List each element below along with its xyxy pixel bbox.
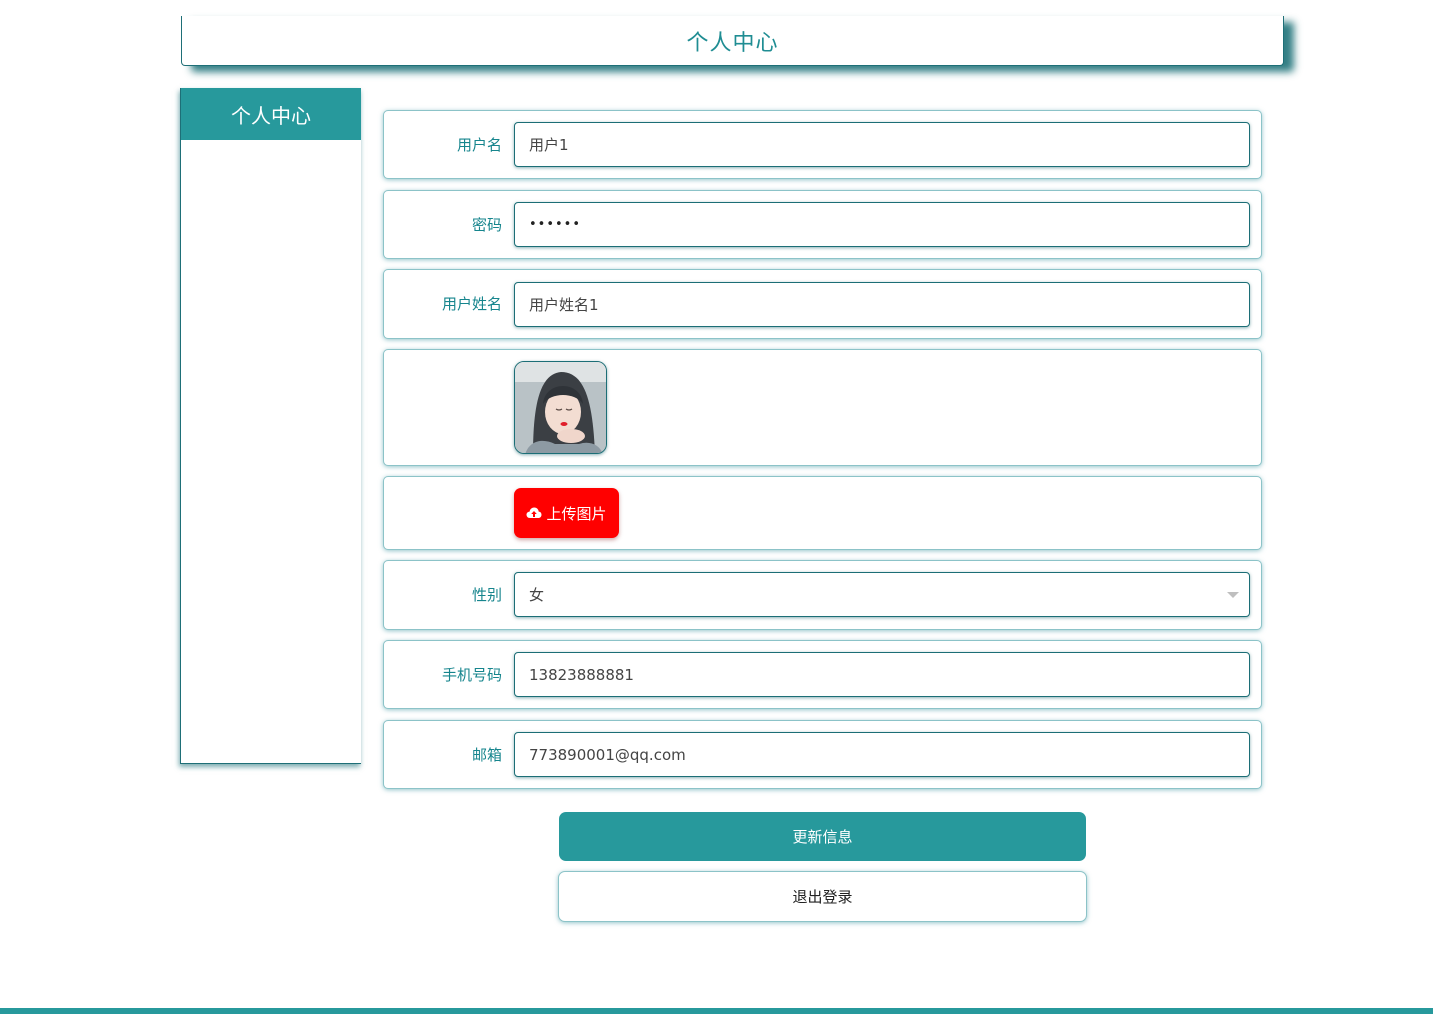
fullname-label: 用户姓名 <box>441 295 502 313</box>
page-title: 个人中心 <box>686 30 779 56</box>
phone-value: 13823888881 <box>529 665 634 684</box>
sidebar-item-personal-center[interactable]: 个人中心 <box>181 88 361 140</box>
sidebar: 个人中心 <box>180 88 361 764</box>
password-label: 密码 <box>471 216 502 234</box>
password-value: •••••• <box>529 217 582 232</box>
gender-select[interactable]: 女 <box>514 572 1250 617</box>
form-row-upload: 上传图片 <box>383 476 1262 550</box>
footer-bar <box>0 1008 1433 1014</box>
password-input[interactable]: •••••• <box>514 202 1250 247</box>
avatar[interactable] <box>514 361 607 454</box>
form-row-username: 用户名 用户1 <box>383 110 1262 179</box>
logout-button[interactable]: 退出登录 <box>558 871 1087 922</box>
form-row-fullname: 用户姓名 用户姓名1 <box>383 269 1262 339</box>
form-row-gender: 性别 女 <box>383 560 1262 630</box>
cloud-upload-icon <box>526 507 542 518</box>
logout-label: 退出登录 <box>792 888 853 906</box>
page: 个人中心 个人中心 用户名 用户1 密码 •••••• 用户姓名 用户姓名1 上… <box>0 0 1433 1014</box>
sidebar-item-label: 个人中心 <box>231 103 311 128</box>
fullname-input[interactable]: 用户姓名1 <box>514 282 1250 327</box>
username-input[interactable]: 用户1 <box>514 122 1250 167</box>
gender-label: 性别 <box>471 586 502 604</box>
avatar-photo <box>515 362 606 453</box>
username-label: 用户名 <box>456 136 502 154</box>
username-value: 用户1 <box>529 136 569 154</box>
upload-image-label: 上传图片 <box>546 504 607 523</box>
update-info-label: 更新信息 <box>792 828 853 846</box>
fullname-value: 用户姓名1 <box>529 296 599 314</box>
phone-input[interactable]: 13823888881 <box>514 652 1250 697</box>
form-row-avatar <box>383 349 1262 466</box>
email-value: 773890001@qq.com <box>529 745 686 764</box>
form-row-phone: 手机号码 13823888881 <box>383 640 1262 709</box>
update-info-button[interactable]: 更新信息 <box>559 812 1086 861</box>
chevron-down-icon <box>1227 592 1239 598</box>
upload-image-button[interactable]: 上传图片 <box>514 488 619 538</box>
form-row-password: 密码 •••••• <box>383 190 1262 259</box>
email-input[interactable]: 773890001@qq.com <box>514 732 1250 777</box>
gender-value: 女 <box>529 586 545 604</box>
email-label: 邮箱 <box>471 746 502 764</box>
phone-label: 手机号码 <box>441 666 502 684</box>
header-bar: 个人中心 <box>181 16 1284 66</box>
form-row-email: 邮箱 773890001@qq.com <box>383 720 1262 789</box>
